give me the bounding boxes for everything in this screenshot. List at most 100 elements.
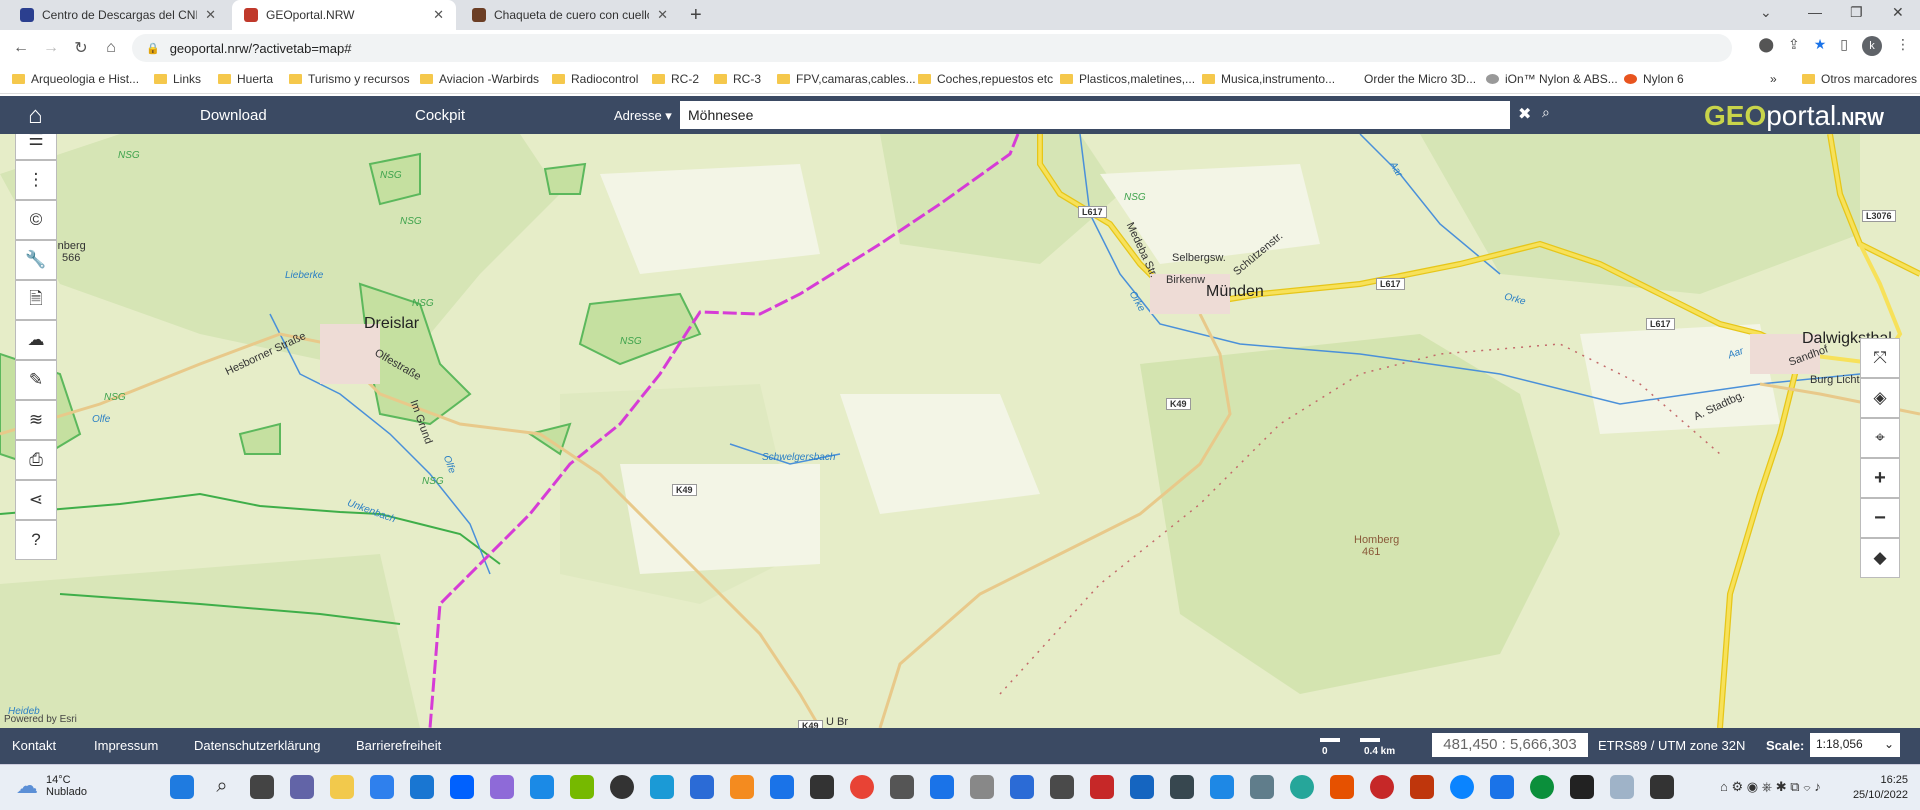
address-search-input[interactable]: [680, 101, 1510, 129]
draw-button[interactable]: ✎: [15, 360, 57, 400]
bookmark-star-icon[interactable]: ★: [1814, 36, 1827, 56]
share-button[interactable]: ⋖: [15, 480, 57, 520]
app-icon[interactable]: [490, 775, 514, 799]
share-icon[interactable]: ⇪: [1788, 36, 1800, 56]
app-icon[interactable]: [970, 775, 994, 799]
locate-button[interactable]: ⌖: [1860, 418, 1900, 458]
crs-label[interactable]: ETRS89 / UTM zone 32N: [1598, 738, 1745, 753]
music-icon[interactable]: [890, 775, 914, 799]
app-icon[interactable]: [1410, 775, 1434, 799]
footer-link-kontakt[interactable]: Kontakt: [12, 738, 56, 753]
zoom-out-button[interactable]: −: [1860, 498, 1900, 538]
app-icon[interactable]: [690, 775, 714, 799]
3d-view-button[interactable]: ⤧: [1860, 338, 1900, 378]
app-icon[interactable]: [930, 775, 954, 799]
home-browser-icon[interactable]: ⌂: [96, 39, 126, 57]
app-icon[interactable]: [1330, 775, 1354, 799]
new-tab-icon[interactable]: +: [690, 4, 702, 27]
chrome-icon[interactable]: [850, 775, 874, 799]
home-icon[interactable]: ⌂: [28, 102, 43, 130]
close-tab-icon[interactable]: ✕: [657, 7, 668, 23]
bookmark-item[interactable]: Otros marcadores: [1802, 72, 1917, 86]
app-icon[interactable]: [1290, 775, 1314, 799]
bookmark-item[interactable]: Turismo y recursos: [289, 72, 410, 86]
address-type-dropdown[interactable]: Adresse ▾: [614, 108, 672, 124]
weather-widget[interactable]: ☁ 14°C Nublado: [16, 773, 87, 799]
footer-link-datenschutz[interactable]: Datenschutzerklärung: [194, 738, 320, 753]
app-icon[interactable]: [810, 775, 834, 799]
bookmark-item[interactable]: RC-3: [714, 72, 761, 86]
url-bar[interactable]: 🔒 geoportal.nrw/?activetab=map#: [132, 34, 1732, 62]
geoportal-logo[interactable]: GEOportal.NRW: [1704, 100, 1884, 132]
tab-search-icon[interactable]: ⌄: [1760, 4, 1772, 21]
bookmark-item[interactable]: Nylon 6: [1624, 72, 1684, 86]
help-button[interactable]: ?: [15, 520, 57, 560]
bookmark-overflow[interactable]: »: [1770, 72, 1777, 86]
pdf-icon[interactable]: [1090, 775, 1114, 799]
app-icon[interactable]: [1650, 775, 1674, 799]
dropbox-icon[interactable]: [450, 775, 474, 799]
minimize-icon[interactable]: —: [1808, 4, 1822, 20]
app-icon[interactable]: [1010, 775, 1034, 799]
bookmark-item[interactable]: Order the Micro 3D...: [1364, 72, 1476, 86]
bookmark-item[interactable]: Radiocontrol: [552, 72, 638, 86]
app-icon[interactable]: [1490, 775, 1514, 799]
copyright-button[interactable]: ©: [15, 200, 57, 240]
app-icon[interactable]: [1370, 775, 1394, 799]
tools-button[interactable]: 🔧: [15, 240, 57, 280]
app-icon[interactable]: [1610, 775, 1634, 799]
footer-link-impressum[interactable]: Impressum: [94, 738, 158, 753]
bookmark-item[interactable]: Links: [154, 72, 201, 86]
mail-icon[interactable]: [410, 775, 434, 799]
bookmark-item[interactable]: Plasticos,maletines,...: [1060, 72, 1195, 86]
browser-tab-chaqueta[interactable]: Chaqueta de cuero con cuello alt ✕: [460, 0, 680, 30]
location-icon[interactable]: ⬤: [1758, 36, 1774, 56]
sidepanel-icon[interactable]: ▯: [1840, 36, 1848, 56]
task-view-icon[interactable]: [250, 775, 274, 799]
bookmark-item[interactable]: Huerta: [218, 72, 273, 86]
menu-dots-icon[interactable]: ⋮: [1896, 36, 1910, 56]
print-button[interactable]: ⎙: [15, 440, 57, 480]
download-button[interactable]: ☁: [15, 320, 57, 360]
app-icon[interactable]: [1570, 775, 1594, 799]
profile-avatar[interactable]: k: [1862, 36, 1882, 56]
bookmark-item[interactable]: iOn™ Nylon & ABS...: [1486, 72, 1618, 86]
clear-search-icon[interactable]: ✖: [1518, 104, 1531, 124]
browser-tab-cnig[interactable]: Centro de Descargas del CNIG (I ✕: [8, 0, 228, 30]
file-explorer-icon[interactable]: [330, 775, 354, 799]
map-canvas[interactable]: Dreislar Münden Dalwigksthal Hesborner S…: [0, 134, 1920, 728]
app-icon[interactable]: [1130, 775, 1154, 799]
search-document-button[interactable]: 🗎: [15, 280, 57, 320]
scale-select[interactable]: 1:18,056 ⌄: [1810, 733, 1900, 757]
b-app-icon[interactable]: [610, 775, 634, 799]
bookmark-item[interactable]: Arqueologia e Hist...: [12, 72, 139, 86]
photos-icon[interactable]: [1210, 775, 1234, 799]
compass-button[interactable]: ◆: [1860, 538, 1900, 578]
forward-icon[interactable]: →: [36, 39, 66, 57]
app-icon[interactable]: [650, 775, 674, 799]
chat-icon[interactable]: [290, 775, 314, 799]
app-icon[interactable]: [1250, 775, 1274, 799]
app-icon[interactable]: [1170, 775, 1194, 799]
bookmark-item[interactable]: FPV,camaras,cables...: [777, 72, 916, 86]
app-icon[interactable]: [1450, 775, 1474, 799]
basemap-button[interactable]: ◈: [1860, 378, 1900, 418]
browser-tab-geoportal[interactable]: GEOportal.NRW ✕: [232, 0, 456, 30]
close-tab-icon[interactable]: ✕: [433, 7, 444, 23]
reload-icon[interactable]: ↻: [66, 38, 96, 58]
app-icon[interactable]: [770, 775, 794, 799]
nav-cockpit[interactable]: Cockpit: [415, 107, 465, 124]
bookmark-item[interactable]: Aviacion -Warbirds: [420, 72, 539, 86]
store-icon[interactable]: [370, 775, 394, 799]
nvidia-icon[interactable]: [570, 775, 594, 799]
help-app-icon[interactable]: [530, 775, 554, 799]
tray-icons[interactable]: ⌂ ⚙ ◉ ⎈ ✱ ⧉ ⌔ ♪: [1720, 779, 1821, 795]
search-icon[interactable]: ⌕: [1542, 104, 1550, 121]
bookmark-item[interactable]: Musica,instrumento...: [1202, 72, 1335, 86]
layer-list-button[interactable]: ☰: [15, 134, 57, 160]
edge-icon[interactable]: [1530, 775, 1554, 799]
maximize-icon[interactable]: ❐: [1850, 4, 1863, 21]
nav-download[interactable]: Download: [200, 107, 267, 124]
search-icon[interactable]: ⌕: [210, 775, 234, 799]
footer-link-barrierefreiheit[interactable]: Barrierefreiheit: [356, 738, 441, 753]
